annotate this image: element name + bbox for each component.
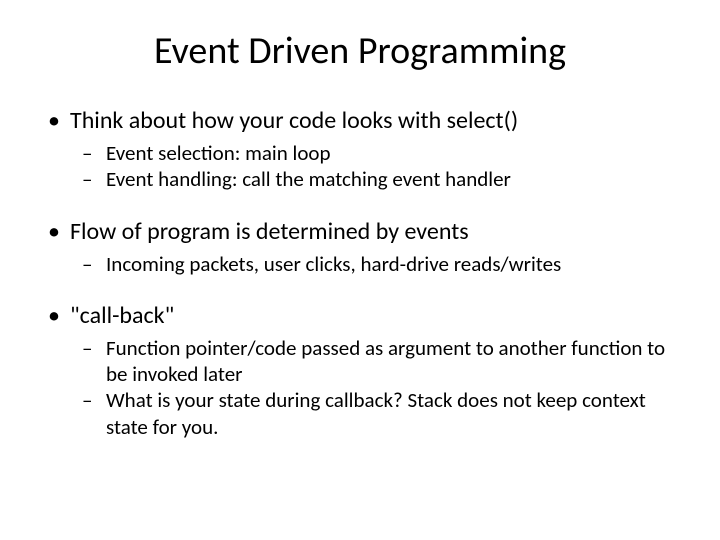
sub-list: Function pointer/code passed as argument…: [40, 335, 680, 440]
bullet-list: Think about how your code looks with sel…: [40, 106, 680, 440]
bullet-text: "call-back": [70, 301, 174, 330]
sub-item: What is your state during callback? Stac…: [40, 387, 680, 440]
bullet-text: Think about how your code looks with sel…: [70, 106, 518, 135]
sub-item: Function pointer/code passed as argument…: [40, 335, 680, 388]
sub-list: Incoming packets, user clicks, hard-driv…: [40, 251, 680, 277]
sub-item: Incoming packets, user clicks, hard-driv…: [40, 251, 680, 277]
slide-title: Event Driven Programming: [40, 28, 680, 74]
bullet-text: Flow of program is determined by events: [70, 217, 469, 246]
sub-item: Event handling: call the matching event …: [40, 166, 680, 192]
sub-list: Event selection: main loop Event handlin…: [40, 140, 680, 193]
bullet-item: "call-back": [40, 301, 680, 331]
bullet-item: Think about how your code looks with sel…: [40, 106, 680, 136]
bullet-item: Flow of program is determined by events: [40, 217, 680, 247]
sub-item: Event selection: main loop: [40, 140, 680, 166]
